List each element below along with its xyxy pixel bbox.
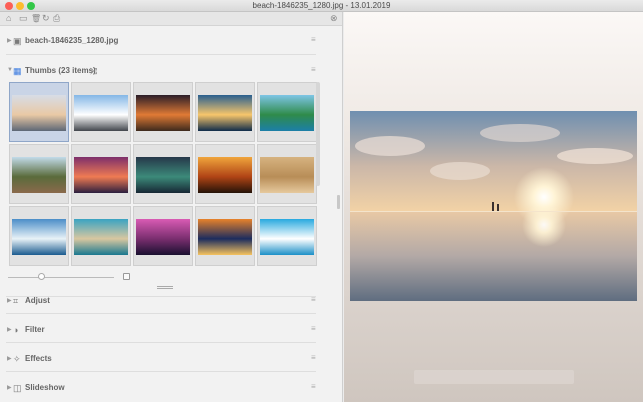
thumbnail-image: [198, 219, 252, 255]
sidebar-panel: ⌂ ▭ 🗑 ↻ ⎙ ⊗ ▶ ▣ beach-1846235_1280.jpg ≡…: [0, 12, 343, 402]
filter-label: Filter: [25, 325, 45, 334]
thumbnail-aerial-shoreline[interactable]: [71, 206, 131, 266]
divider: [6, 313, 316, 314]
thumbnail-palm-beach-sunset[interactable]: [9, 144, 69, 204]
divider: [6, 342, 316, 343]
preview-cloud: [355, 136, 425, 156]
preview-water: [350, 211, 637, 301]
folder-icon[interactable]: ▭: [19, 13, 28, 24]
adjust-label: Adjust: [25, 296, 50, 305]
disclosure-arrow-icon: ▶: [7, 385, 12, 391]
effects-label: Effects: [25, 354, 52, 363]
preview-sun-reflection: [522, 203, 566, 247]
shuffle-icon[interactable]: ⤨: [90, 65, 97, 77]
title-bar: beach-1846235_1280.jpg - 13.01.2019: [0, 0, 643, 12]
thumbnail-magenta-sky[interactable]: [133, 206, 193, 266]
effects-icon: ✧: [13, 354, 21, 364]
divider: [6, 54, 316, 55]
thumbnail-sand-texture[interactable]: [257, 144, 317, 204]
drag-handle-icon[interactable]: ≡: [311, 382, 316, 391]
close-panel-icon[interactable]: ⊗: [330, 13, 338, 24]
drag-handle-icon[interactable]: ≡: [311, 65, 316, 74]
thumbnail-image: [260, 219, 314, 255]
preview-cloud: [430, 162, 490, 180]
section-slideshow[interactable]: ▶ ◫ Slideshow ≡: [0, 379, 320, 399]
toolbar: ⌂ ▭ 🗑 ↻ ⎙ ⊗: [0, 12, 342, 26]
thumbnail-image: [74, 219, 128, 255]
thumb-scrollbar[interactable]: [316, 82, 320, 186]
disclosure-arrow-icon: ▶: [7, 298, 12, 304]
window-title: beach-1846235_1280.jpg - 13.01.2019: [252, 1, 391, 10]
thumbnail-image: [260, 157, 314, 193]
preview-cloud: [557, 148, 633, 164]
thumbnail-image: [74, 157, 128, 193]
thumbnail-image: [198, 157, 252, 193]
image-icon: ▣: [13, 36, 22, 46]
grid-icon: ▦: [13, 66, 22, 76]
refresh-icon[interactable]: ↻: [42, 13, 50, 24]
drag-handle-icon[interactable]: ≡: [311, 35, 316, 44]
disclosure-arrow-icon: ▶: [7, 38, 12, 44]
divider: [6, 371, 316, 372]
preview-person: [497, 204, 499, 211]
thumbnail-image: [260, 95, 314, 131]
trash-icon[interactable]: 🗑: [31, 13, 41, 24]
thumbnail-image: [12, 157, 66, 193]
section-adjust[interactable]: ▶ ⌗ Adjust ≡: [0, 292, 320, 312]
file-name-label: beach-1846235_1280.jpg: [25, 36, 119, 45]
thumbnail-image: [136, 157, 190, 193]
thumbnail-rocks-at-dusk[interactable]: [133, 82, 193, 142]
image-caption-bar: [414, 370, 574, 384]
thumbnail-ocean-sunrise[interactable]: [195, 82, 255, 142]
thumbnail-beach-sunset-calm[interactable]: [9, 82, 69, 142]
slider-track: [8, 277, 114, 278]
thumbnail-palm-silhouette[interactable]: [195, 144, 255, 204]
home-icon[interactable]: ⌂: [6, 13, 11, 24]
preview-person: [492, 202, 494, 211]
print-icon[interactable]: ⎙: [53, 13, 60, 24]
thumbnail-image: [74, 95, 128, 131]
slideshow-icon: ◫: [13, 383, 22, 393]
drag-handle-icon[interactable]: ≡: [311, 353, 316, 362]
thumbnail-image: [198, 95, 252, 131]
thumbnail-image: [12, 95, 66, 131]
preview-image: [350, 111, 637, 301]
thumbnail-image: [136, 95, 190, 131]
thumbnail-image: [136, 219, 190, 255]
thumbs-label: Thumbs (23 items): [25, 66, 96, 75]
thumbnail-jellyfish[interactable]: [195, 206, 255, 266]
disclosure-arrow-icon: ▶: [7, 327, 12, 333]
preview-horizon: [350, 211, 637, 212]
thumbnail-rocky-shore[interactable]: [71, 82, 131, 142]
section-effects[interactable]: ▶ ✧ Effects ≡: [0, 350, 320, 370]
drag-handle-icon[interactable]: ≡: [311, 324, 316, 333]
split-divider[interactable]: [337, 195, 340, 209]
section-filter[interactable]: ▶ ◑ Filter ≡: [0, 321, 320, 341]
thumbnail-blue-wave[interactable]: [9, 206, 69, 266]
thumbnail-palm-hammock[interactable]: [257, 206, 317, 266]
section-thumbs[interactable]: ▼ ▦ Thumbs (23 items) ⤨ ≡: [0, 62, 320, 82]
section-file[interactable]: ▶ ▣ beach-1846235_1280.jpg ≡: [0, 32, 320, 52]
thumbnail-image: [12, 219, 66, 255]
slider-knob[interactable]: [38, 273, 45, 280]
slideshow-label: Slideshow: [25, 383, 65, 392]
thumbnail-tropical-bay[interactable]: [257, 82, 317, 142]
disclosure-arrow-icon: ▶: [7, 356, 12, 362]
drag-handle-icon[interactable]: ≡: [311, 295, 316, 304]
thumbnail-stormy-sea[interactable]: [133, 144, 193, 204]
preview-pane: [344, 12, 643, 402]
thumbnail-purple-sunset-pier[interactable]: [71, 144, 131, 204]
crop-icon: ⌗: [13, 296, 19, 306]
view-checkbox[interactable]: [123, 273, 130, 280]
zoom-slider[interactable]: [8, 273, 114, 280]
app-window: beach-1846235_1280.jpg - 13.01.2019 ⌂ ▭ …: [0, 0, 643, 402]
resize-handle[interactable]: [157, 286, 173, 289]
preview-cloud: [480, 124, 560, 142]
filter-icon: ◑: [13, 325, 19, 335]
